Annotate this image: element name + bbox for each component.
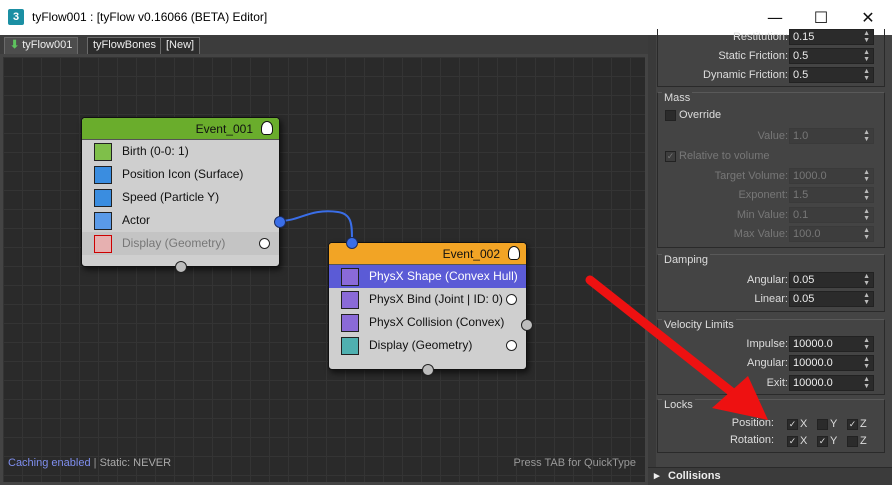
annotation-arrow [585, 275, 768, 420]
